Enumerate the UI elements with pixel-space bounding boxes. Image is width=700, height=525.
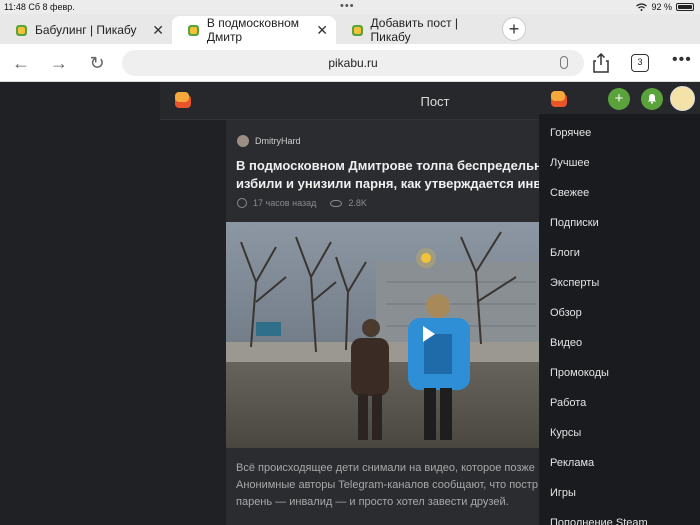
tab-add-post[interactable]: Добавить пост | Пикабу [336, 16, 496, 44]
menu-item-promocodes[interactable]: Промокоды [539, 358, 700, 388]
post-video[interactable] [226, 222, 546, 448]
multitask-dots[interactable]: ••• [340, 0, 355, 12]
pikabu-favicon-icon [16, 24, 27, 36]
close-icon[interactable]: ✕ [316, 22, 328, 39]
share-icon[interactable] [593, 53, 609, 73]
menu-item-games[interactable]: Игры [539, 478, 700, 508]
eye-icon [330, 199, 343, 207]
post-body: Всё происходящее дети снимали на видео, … [236, 460, 566, 511]
menu-item-blogs[interactable]: Блоги [539, 238, 700, 268]
microphone-icon[interactable] [560, 56, 568, 69]
post-title-line: избили и унизили парня, как утверждается… [236, 176, 566, 191]
browser-toolbar: ← → ↻ pikabu.ru 3 ••• [0, 44, 700, 82]
new-tab-button[interactable]: + [502, 17, 526, 41]
post-title-line: В подмосковном Дмитрове толпа беспредель… [236, 158, 566, 173]
post-body-line: Анонимные авторы Telegram-каналов сообща… [236, 479, 538, 491]
play-icon[interactable] [423, 326, 435, 342]
status-bar: 11:48 Сб 8 февр. ••• 92 % [0, 0, 700, 14]
tab-babuling[interactable]: Бабулинг | Пикабу ✕ [0, 16, 172, 44]
wifi-icon [636, 3, 648, 11]
more-menu-icon[interactable]: ••• [672, 51, 692, 69]
address-bar[interactable]: pikabu.ru [122, 50, 584, 76]
post-body-line: Всё происходящее дети снимали на видео, … [236, 462, 535, 474]
tab-label: Бабулинг | Пикабу [35, 23, 137, 37]
tab-label: Добавить пост | Пикабу [370, 16, 459, 44]
menu-item-best[interactable]: Лучшее [539, 148, 700, 178]
menu-item-fresh[interactable]: Свежее [539, 178, 700, 208]
menu-item-hot[interactable]: Горячее [539, 118, 700, 148]
back-arrow-icon[interactable]: ← [10, 52, 32, 74]
author-name: DmitryHard [255, 136, 301, 146]
post-time: 17 часов назад [253, 198, 317, 208]
post-meta: 17 часов назад 2.8K [237, 198, 367, 208]
tab-post[interactable]: В подмосковном Дмитр ✕ [172, 16, 336, 44]
navigation-menu: Горячее Лучшее Свежее Подписки Блоги Экс… [539, 114, 700, 525]
battery-icon [676, 3, 694, 11]
notifications-button[interactable] [641, 88, 663, 110]
menu-item-subscriptions[interactable]: Подписки [539, 208, 700, 238]
battery-percent: 92 % [651, 2, 672, 12]
pikabu-logo-icon[interactable] [550, 90, 568, 108]
reload-icon[interactable]: ↻ [86, 52, 108, 74]
menu-item-review[interactable]: Обзор [539, 298, 700, 328]
status-time: 11:48 Сб 8 февр. [4, 2, 75, 12]
status-right: 92 % [636, 2, 694, 12]
menu-item-courses[interactable]: Курсы [539, 418, 700, 448]
post-views: 2.8K [348, 198, 367, 208]
pikabu-favicon-icon [188, 24, 199, 36]
menu-item-ads[interactable]: Реклама [539, 448, 700, 478]
menu-item-experts[interactable]: Эксперты [539, 268, 700, 298]
menu-item-video[interactable]: Видео [539, 328, 700, 358]
menu-item-steam[interactable]: Пополнение Steam [539, 508, 700, 525]
video-frame [226, 222, 546, 448]
post-author[interactable]: DmitryHard [237, 135, 301, 147]
pikabu-favicon-icon [352, 24, 363, 36]
tab-count-button[interactable]: 3 [631, 54, 649, 72]
close-icon[interactable]: ✕ [152, 22, 164, 39]
menu-item-jobs[interactable]: Работа [539, 388, 700, 418]
post-body-line: парень — инвалид — и просто хотел завест… [236, 496, 509, 508]
tab-bar: Бабулинг | Пикабу ✕ В подмосковном Дмитр… [0, 14, 700, 44]
clock-icon [237, 198, 247, 208]
user-avatar[interactable] [670, 86, 695, 111]
author-avatar [237, 135, 249, 147]
post-title[interactable]: В подмосковном Дмитрове толпа беспредель… [236, 157, 566, 193]
forward-arrow-icon[interactable]: → [48, 52, 70, 74]
add-post-button[interactable]: + [608, 88, 630, 110]
post-card: DmitryHard В подмосковном Дмитрове толпа… [226, 120, 566, 525]
bell-icon [648, 94, 656, 104]
